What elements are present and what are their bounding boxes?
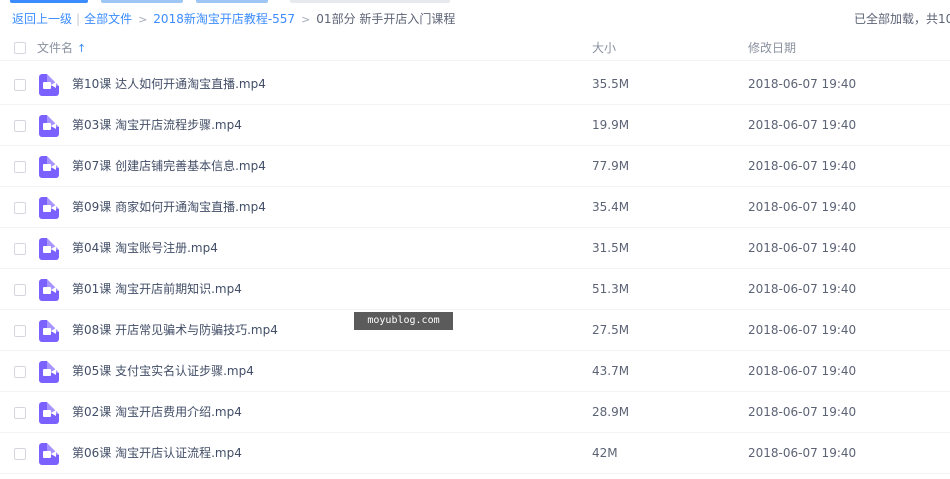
file-size: 35.5M <box>592 77 630 91</box>
toolbar-search-box[interactable] <box>290 0 450 3</box>
arrow-up-icon[interactable]: ↑ <box>77 42 86 55</box>
video-file-icon <box>39 238 59 260</box>
file-name-link[interactable]: 第04课 淘宝账号注册.mp4 <box>72 240 218 256</box>
file-modified-date: 2018-06-07 19:40 <box>748 77 857 91</box>
breadcrumb-course-folder[interactable]: 2018新淘宝开店教程-557 <box>153 12 295 26</box>
table-row[interactable]: 第05课 支付宝实名认证步骤.mp4 43.7M 2018-06-07 19:4… <box>0 351 950 392</box>
top-toolbar-edge <box>0 0 450 3</box>
video-file-icon <box>39 361 59 383</box>
file-name-link[interactable]: 第08课 开店常见骗术与防骗技巧.mp4 <box>72 322 278 338</box>
table-header: 文件名 ↑ 大小 修改日期 <box>0 36 950 61</box>
toolbar-button-upload[interactable] <box>10 0 88 3</box>
file-name-link[interactable]: 第09课 商家如何开通淘宝直播.mp4 <box>72 199 266 215</box>
file-modified-date: 2018-06-07 19:40 <box>748 446 857 460</box>
row-checkbox[interactable] <box>14 284 26 296</box>
file-size: 28.9M <box>592 405 630 419</box>
table-row[interactable]: 第04课 淘宝账号注册.mp4 31.5M 2018-06-07 19:40 <box>0 228 950 269</box>
row-checkbox[interactable] <box>14 120 26 132</box>
chevron-right-icon: > <box>138 13 148 26</box>
file-modified-date: 2018-06-07 19:40 <box>748 200 857 214</box>
file-size: 31.5M <box>592 241 630 255</box>
breadcrumb-all-files[interactable]: 全部文件 <box>84 12 132 26</box>
breadcrumb-separator: | <box>76 12 81 26</box>
toolbar-button-offline[interactable] <box>196 0 268 3</box>
file-name-link[interactable]: 第02课 淘宝开店费用介绍.mp4 <box>72 404 242 420</box>
file-modified-date: 2018-06-07 19:40 <box>748 282 857 296</box>
file-list: 第10课 达人如何开通淘宝直播.mp4 35.5M 2018-06-07 19:… <box>0 64 950 474</box>
file-name-link[interactable]: 第07课 创建店铺完善基本信息.mp4 <box>72 158 266 174</box>
video-file-icon <box>39 115 59 137</box>
column-header-date[interactable]: 修改日期 <box>748 40 796 56</box>
file-name-link[interactable]: 第05课 支付宝实名认证步骤.mp4 <box>72 363 254 379</box>
file-size: 43.7M <box>592 364 630 378</box>
table-row[interactable]: 第09课 商家如何开通淘宝直播.mp4 35.4M 2018-06-07 19:… <box>0 187 950 228</box>
file-name-link[interactable]: 第01课 淘宝开店前期知识.mp4 <box>72 281 242 297</box>
row-checkbox[interactable] <box>14 448 26 460</box>
table-row[interactable]: 第02课 淘宝开店费用介绍.mp4 28.9M 2018-06-07 19:40 <box>0 392 950 433</box>
table-row[interactable]: 第03课 淘宝开店流程步骤.mp4 19.9M 2018-06-07 19:40 <box>0 105 950 146</box>
video-file-icon <box>39 320 59 342</box>
file-size: 19.9M <box>592 118 630 132</box>
row-checkbox[interactable] <box>14 161 26 173</box>
file-name-link[interactable]: 第03课 淘宝开店流程步骤.mp4 <box>72 117 242 133</box>
video-file-icon <box>39 443 59 465</box>
file-modified-date: 2018-06-07 19:40 <box>748 364 857 378</box>
breadcrumb: 返回上一级 | 全部文件 >2018新淘宝开店教程-557 >01部分 新手开店入门课程 <box>12 11 455 27</box>
toolbar-button-new-folder[interactable] <box>101 0 183 3</box>
chevron-right-icon: > <box>301 13 311 26</box>
table-row[interactable]: 第06课 淘宝开店认证流程.mp4 42M 2018-06-07 19:40 <box>0 433 950 474</box>
back-link[interactable]: 返回上一级 <box>12 12 72 26</box>
file-size: 35.4M <box>592 200 630 214</box>
video-file-icon <box>39 156 59 178</box>
video-file-icon <box>39 279 59 301</box>
file-name-link[interactable]: 第10课 达人如何开通淘宝直播.mp4 <box>72 76 266 92</box>
column-header-size[interactable]: 大小 <box>592 40 616 56</box>
file-modified-date: 2018-06-07 19:40 <box>748 323 857 337</box>
file-size: 42M <box>592 446 618 460</box>
row-checkbox[interactable] <box>14 202 26 214</box>
file-size: 77.9M <box>592 159 630 173</box>
watermark-label: moyublog.com <box>354 312 453 330</box>
column-header-name[interactable]: 文件名 ↑ <box>37 40 86 56</box>
file-size: 51.3M <box>592 282 630 296</box>
file-list-page: 返回上一级 | 全部文件 >2018新淘宝开店教程-557 >01部分 新手开店入门课程… <box>0 0 950 479</box>
row-checkbox[interactable] <box>14 325 26 337</box>
select-all-checkbox[interactable] <box>14 42 26 54</box>
file-name-link[interactable]: 第06课 淘宝开店认证流程.mp4 <box>72 445 242 461</box>
row-checkbox[interactable] <box>14 243 26 255</box>
row-checkbox[interactable] <box>14 407 26 419</box>
table-row[interactable]: 第08课 开店常见骗术与防骗技巧.mp4 27.5M 2018-06-07 19… <box>0 310 950 351</box>
breadcrumb-current-folder: 01部分 新手开店入门课程 <box>316 12 456 26</box>
video-file-icon <box>39 402 59 424</box>
row-checkbox[interactable] <box>14 366 26 378</box>
row-checkbox[interactable] <box>14 79 26 91</box>
column-header-name-label: 文件名 <box>37 41 74 55</box>
load-status-text: 已全部加载，共10个 <box>854 12 950 26</box>
file-modified-date: 2018-06-07 19:40 <box>748 405 857 419</box>
video-file-icon <box>39 197 59 219</box>
table-row[interactable]: 第01课 淘宝开店前期知识.mp4 51.3M 2018-06-07 19:40 <box>0 269 950 310</box>
file-modified-date: 2018-06-07 19:40 <box>748 241 857 255</box>
file-size: 27.5M <box>592 323 630 337</box>
table-row[interactable]: 第10课 达人如何开通淘宝直播.mp4 35.5M 2018-06-07 19:… <box>0 64 950 105</box>
file-modified-date: 2018-06-07 19:40 <box>748 118 857 132</box>
file-modified-date: 2018-06-07 19:40 <box>748 159 857 173</box>
video-file-icon <box>39 74 59 96</box>
table-row[interactable]: 第07课 创建店铺完善基本信息.mp4 77.9M 2018-06-07 19:… <box>0 146 950 187</box>
